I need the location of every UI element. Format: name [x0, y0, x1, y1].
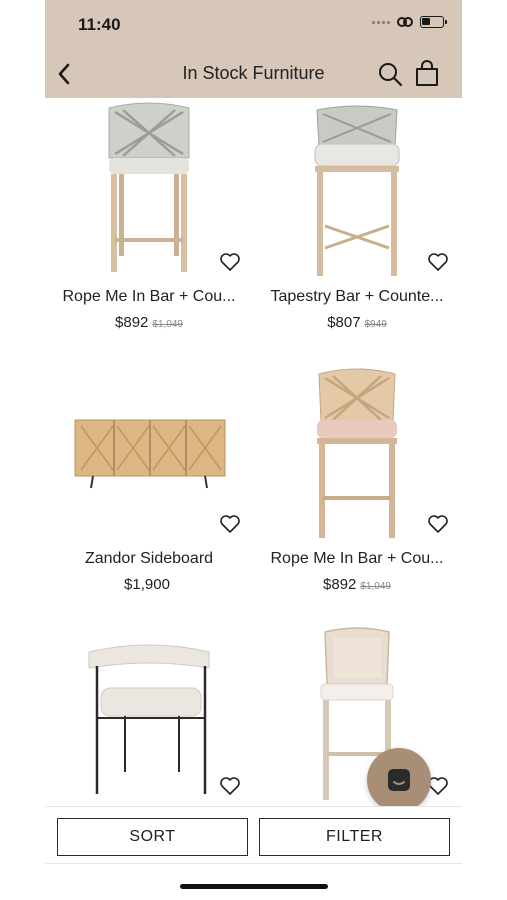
- product-price: $1,900: [45, 576, 253, 593]
- product-image[interactable]: [45, 622, 253, 802]
- app-screen: 11:40 In Stock Furniture Rope Me In Bar …: [45, 0, 462, 900]
- product-price: $892 $1,049: [253, 576, 461, 593]
- bottom-action-bar: SORT FILTER: [45, 806, 462, 864]
- price-current: $892: [115, 314, 149, 331]
- product-name: Tapestry Bar + Counte...: [270, 288, 444, 305]
- status-time: 11:40: [78, 15, 121, 34]
- price-current: $892: [323, 576, 357, 593]
- chat-icon: [388, 769, 410, 791]
- price-original: $1,049: [152, 319, 183, 330]
- heart-icon[interactable]: [219, 252, 241, 272]
- filter-button[interactable]: FILTER: [259, 818, 450, 856]
- product-card[interactable]: Rope Me In Bar + Cou... $892 $1,049: [253, 360, 461, 622]
- shopping-bag-icon: [416, 60, 438, 86]
- product-name: Rope Me In Bar + Cou...: [270, 550, 444, 567]
- product-price: $807 $949: [253, 314, 461, 331]
- status-icons: [372, 16, 447, 28]
- chat-button[interactable]: [367, 748, 431, 812]
- product-image[interactable]: [45, 98, 253, 278]
- product-price: $892 $1,049: [45, 314, 253, 331]
- signal-icon: [372, 20, 390, 24]
- heart-icon[interactable]: [427, 514, 449, 534]
- heart-icon[interactable]: [219, 776, 241, 796]
- top-bar: 11:40 In Stock Furniture: [45, 0, 462, 98]
- search-icon: [379, 63, 403, 87]
- heart-icon[interactable]: [219, 514, 241, 534]
- search-button[interactable]: [376, 60, 404, 88]
- product-image[interactable]: [253, 360, 461, 540]
- sort-button[interactable]: SORT: [57, 818, 248, 856]
- price-current: $807: [327, 314, 361, 331]
- product-name: Rope Me In Bar + Cou...: [62, 288, 236, 305]
- product-name: Zandor Sideboard: [84, 550, 214, 567]
- product-card[interactable]: Tapestry Bar + Counte... $807 $949: [253, 98, 461, 360]
- link-icon: [397, 17, 413, 27]
- cart-button[interactable]: [413, 58, 441, 88]
- product-card[interactable]: Zandor Sideboard $1,900: [45, 360, 253, 622]
- heart-icon[interactable]: [427, 252, 449, 272]
- home-indicator[interactable]: [180, 884, 328, 889]
- price-current: $1,900: [124, 576, 170, 593]
- battery-icon: [420, 16, 447, 28]
- product-image[interactable]: [253, 98, 461, 278]
- product-image[interactable]: [45, 360, 253, 540]
- price-original: $1,049: [360, 581, 391, 592]
- product-card[interactable]: Rope Me In Bar + Cou... $892 $1,049: [45, 98, 253, 360]
- price-original: $949: [364, 319, 387, 330]
- product-card[interactable]: [45, 622, 253, 812]
